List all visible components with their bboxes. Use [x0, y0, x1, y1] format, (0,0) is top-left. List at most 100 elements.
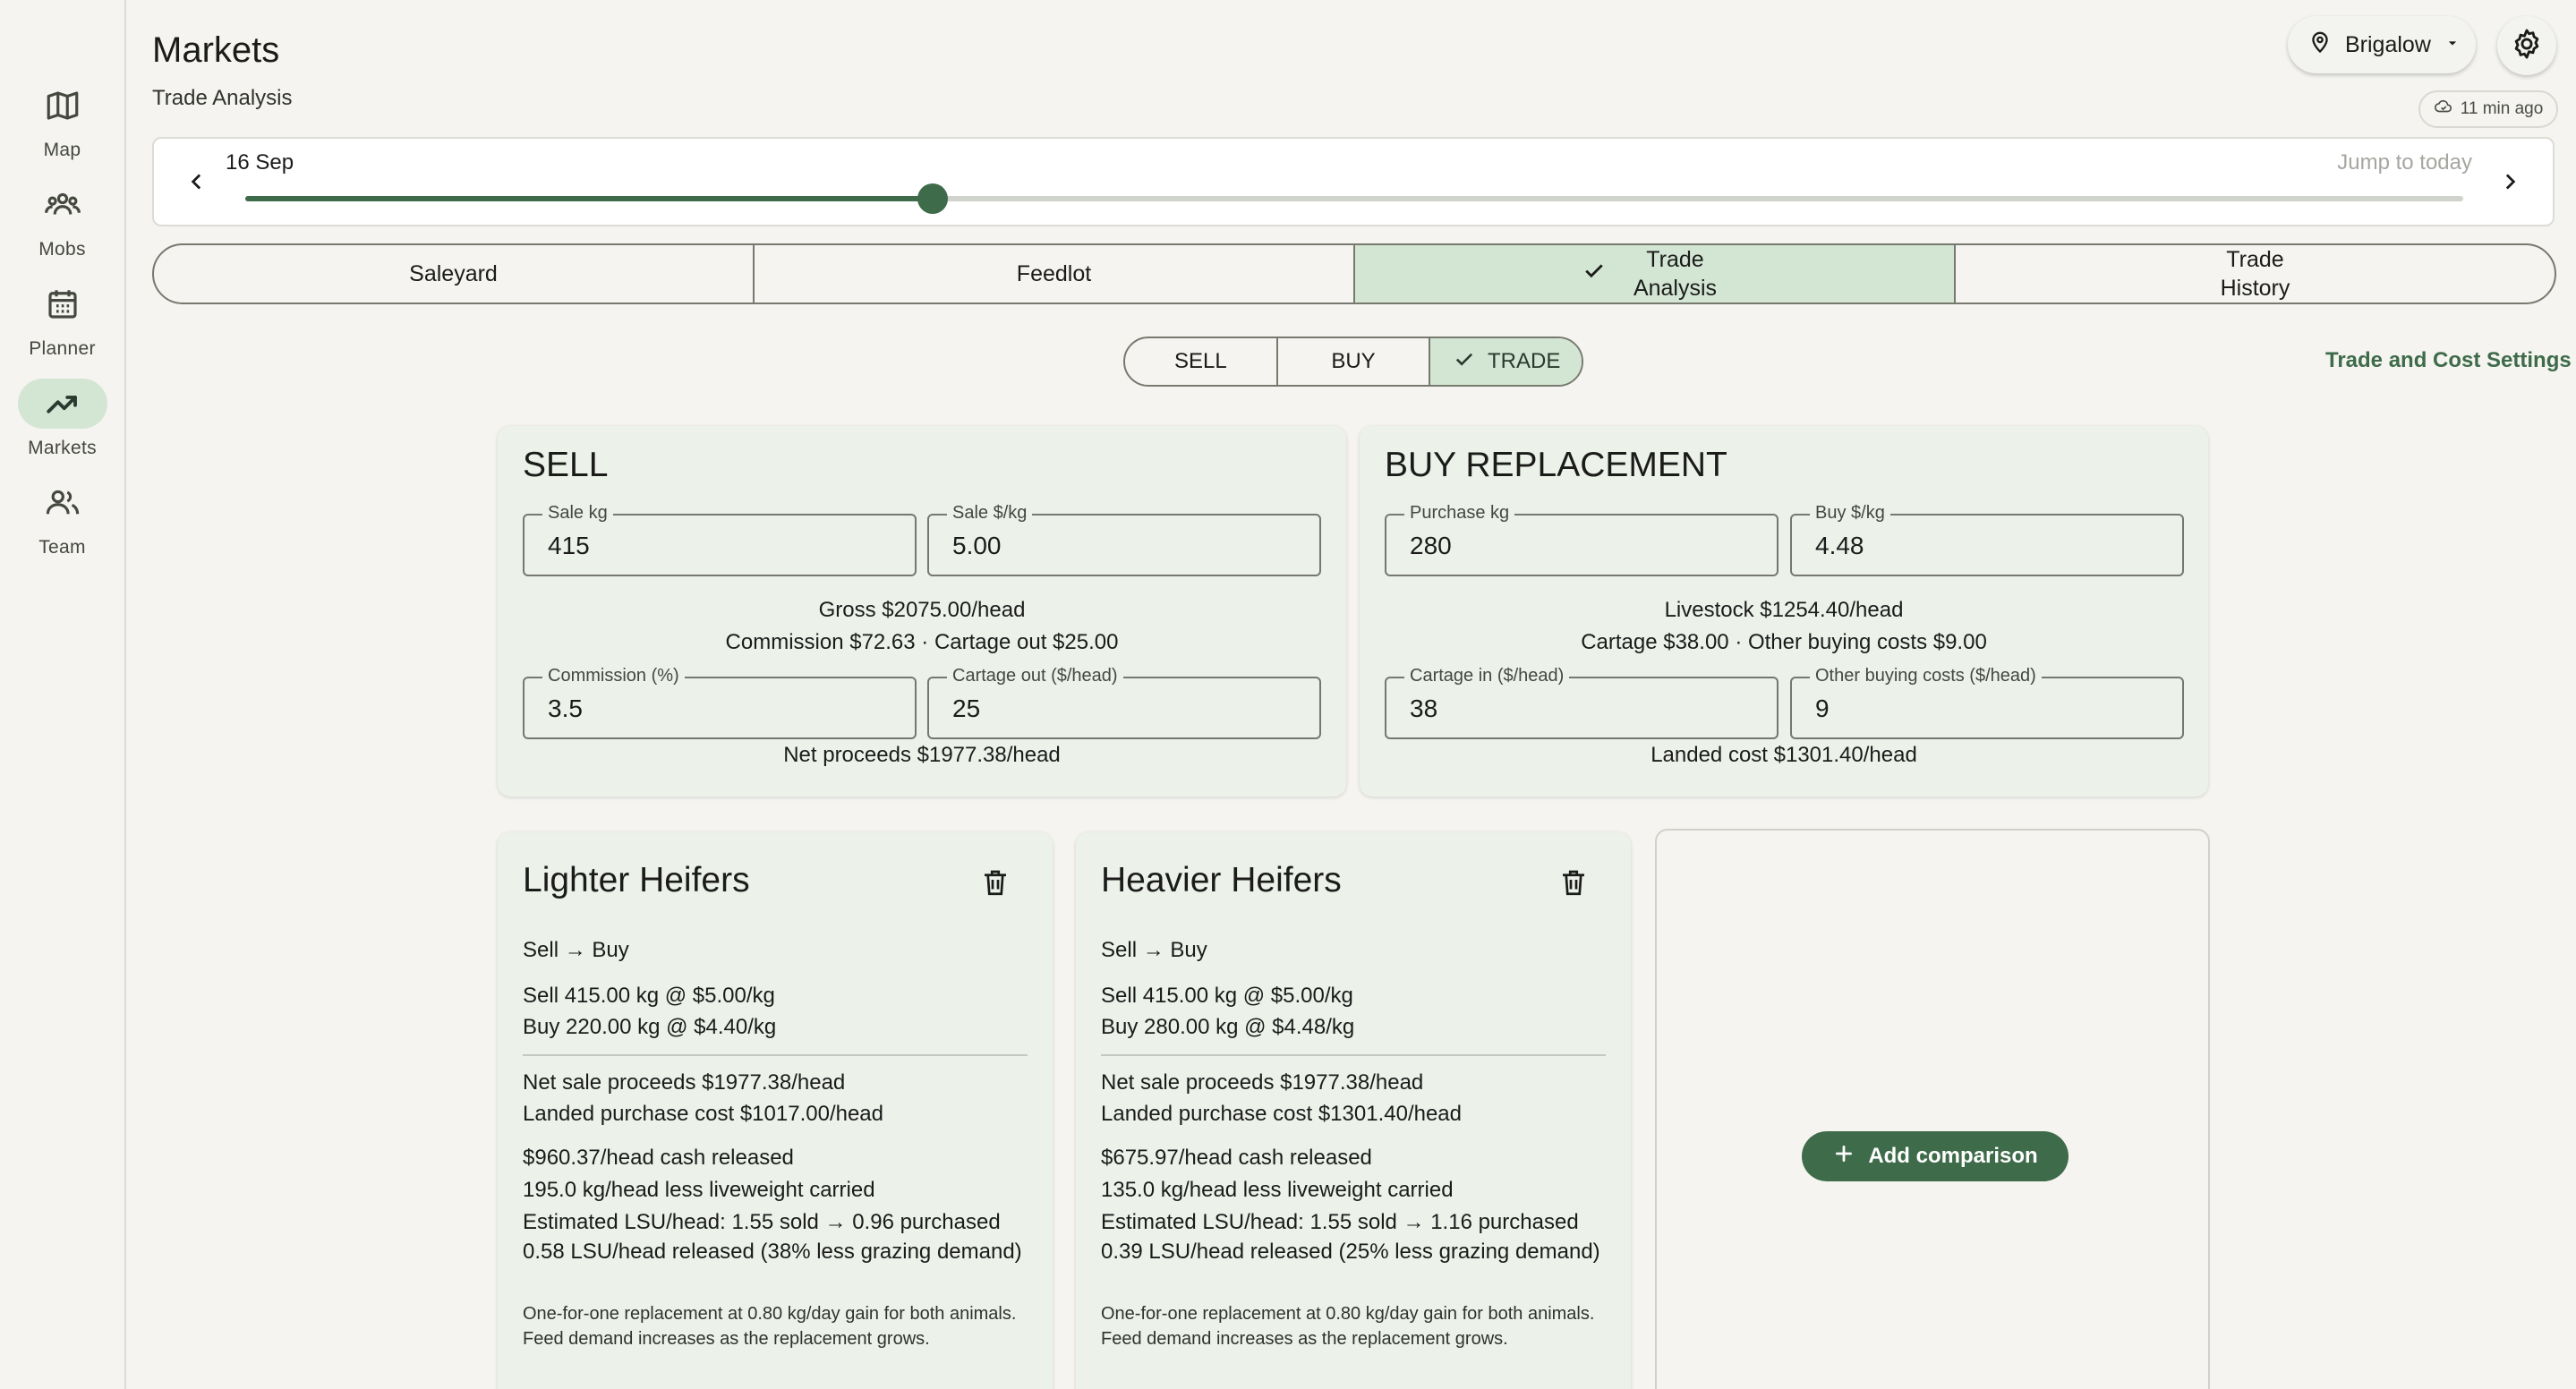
sale-price-input[interactable]	[952, 532, 1301, 560]
sync-status: 11 min ago	[2418, 90, 2558, 128]
chevron-right-icon	[2496, 168, 2523, 200]
mode-label: TRADE	[1488, 349, 1561, 373]
comparison-liveweight: 135.0 kg/head less liveweight carried	[1101, 1178, 1454, 1202]
comparison-direction: Sell → Buy	[1101, 938, 1207, 962]
comparison-cash-released: $960.37/head cash released	[523, 1146, 794, 1170]
tab-feedlot[interactable]: Feedlot	[755, 245, 1355, 303]
date-slider-track[interactable]	[245, 183, 2463, 214]
commission-input[interactable]	[548, 694, 897, 723]
mode-buy-button[interactable]: BUY	[1278, 338, 1431, 385]
previous-date-button[interactable]	[177, 164, 217, 203]
other-buying-costs-field: Other buying costs ($/head)	[1790, 666, 2184, 739]
tab-label: Trade Analysis	[1633, 246, 1718, 302]
mode-sell-button[interactable]: SELL	[1125, 338, 1278, 385]
delete-comparison-button[interactable]	[1554, 865, 1593, 904]
cartage-in-input[interactable]	[1410, 694, 1759, 723]
sale-kg-input[interactable]	[548, 532, 897, 560]
nav-item-planner[interactable]: Planner	[0, 279, 124, 369]
comparison-card: Heavier Heifers Sell → Buy Sell 415.00 k…	[1076, 832, 1631, 1389]
location-selector[interactable]: Brigalow	[2288, 16, 2476, 73]
field-label: Cartage in ($/head)	[1404, 666, 1570, 686]
comparison-title: Heavier Heifers	[1101, 861, 1342, 899]
comparison-note: One-for-one replacement at 0.80 kg/day g…	[1101, 1304, 1595, 1349]
field-label: Sale $/kg	[947, 503, 1033, 524]
trade-cost-settings-link[interactable]: Trade and Cost Settings	[2325, 348, 2572, 373]
jump-to-today-link[interactable]: Jump to today	[2337, 150, 2472, 175]
other-buying-costs-input[interactable]	[1815, 694, 2164, 723]
date-slider-fill	[245, 196, 934, 201]
field-label: Sale kg	[542, 503, 613, 524]
comparison-buy-line: Buy 220.00 kg @ $4.40/kg	[523, 1015, 777, 1039]
commission-field: Commission (%)	[523, 666, 917, 739]
nav-item-markets[interactable]: Markets	[0, 379, 124, 468]
field-label: Buy $/kg	[1810, 503, 1890, 524]
tab-label: Feedlot	[1016, 260, 1092, 286]
date-slider-card: 16 Sep Jump to today	[152, 137, 2555, 226]
nav-label: Markets	[28, 438, 97, 458]
market-tabs: Saleyard Feedlot Trade Analysis Trade Hi…	[152, 243, 2556, 304]
delete-comparison-button[interactable]	[976, 865, 1015, 904]
buy-costs-summary: Cartage $38.00 · Other buying costs $9.0…	[1581, 630, 1987, 654]
cloud-done-icon	[2434, 97, 2453, 122]
cartage-out-input[interactable]	[952, 694, 1301, 723]
nav-label: Team	[38, 537, 86, 558]
tab-saleyard[interactable]: Saleyard	[154, 245, 755, 303]
divider	[1101, 1054, 1606, 1056]
comparison-title: Lighter Heifers	[523, 861, 750, 899]
comparison-sell-line: Sell 415.00 kg @ $5.00/kg	[523, 984, 775, 1008]
field-label: Purchase kg	[1404, 503, 1515, 524]
tab-trade-analysis[interactable]: Trade Analysis	[1355, 245, 1956, 303]
gear-icon	[2510, 27, 2544, 65]
check-icon	[1452, 346, 1477, 378]
mode-label: BUY	[1331, 349, 1376, 373]
tab-label: Saleyard	[409, 260, 498, 286]
comparison-lsu-released: 0.39 LSU/head released (25% less grazing…	[1101, 1240, 1600, 1264]
comparison-lsu: Estimated LSU/head: 1.55 sold → 1.16 pur…	[1101, 1210, 1579, 1234]
mode-trade-button[interactable]: TRADE	[1430, 338, 1582, 385]
plus-icon	[1832, 1142, 1855, 1172]
comparison-sell-line: Sell 415.00 kg @ $5.00/kg	[1101, 984, 1353, 1008]
nav-item-team[interactable]: Team	[0, 478, 124, 567]
check-icon	[1581, 257, 1608, 292]
landed-cost: Landed cost $1301.40/head	[1651, 743, 1917, 767]
nav-label: Mobs	[38, 239, 86, 260]
net-proceeds: Net proceeds $1977.38/head	[783, 743, 1061, 767]
add-comparison-button[interactable]: Add comparison	[1802, 1131, 2068, 1181]
page-subtitle: Trade Analysis	[152, 86, 293, 110]
livestock-summary: Livestock $1254.40/head	[1664, 598, 1904, 622]
comparison-net-sale: Net sale proceeds $1977.38/head	[1101, 1070, 1424, 1095]
sell-panel: SELL Sale kg Sale $/kg Gross $2075.00/he…	[498, 426, 1346, 797]
nav-rail: Map Mobs Planner Markets Team	[0, 0, 126, 1389]
trash-icon	[979, 866, 1011, 903]
sale-price-field: Sale $/kg	[927, 503, 1321, 576]
location-name: Brigalow	[2345, 31, 2431, 57]
calendar-icon	[18, 279, 107, 329]
trash-icon	[1557, 866, 1590, 903]
map-icon	[18, 81, 107, 131]
comparison-note: One-for-one replacement at 0.80 kg/day g…	[523, 1304, 1017, 1349]
comparison-buy-line: Buy 280.00 kg @ $4.48/kg	[1101, 1015, 1355, 1039]
settings-button[interactable]	[2497, 16, 2556, 75]
trade-mode-selector: SELL BUY TRADE	[1123, 337, 1583, 387]
next-date-button[interactable]	[2490, 164, 2529, 203]
buy-price-field: Buy $/kg	[1790, 503, 2184, 576]
comparison-landed-cost: Landed purchase cost $1301.40/head	[1101, 1102, 1462, 1126]
purchase-kg-input[interactable]	[1410, 532, 1759, 560]
comparison-card: Lighter Heifers Sell → Buy Sell 415.00 k…	[498, 832, 1053, 1389]
buy-price-input[interactable]	[1815, 532, 2164, 560]
tab-trade-history[interactable]: Trade History	[1956, 245, 2555, 303]
buy-replacement-panel: BUY REPLACEMENT Purchase kg Buy $/kg Liv…	[1360, 426, 2208, 797]
comparison-cash-released: $675.97/head cash released	[1101, 1146, 1372, 1170]
nav-item-mobs[interactable]: Mobs	[0, 180, 124, 269]
date-slider-handle[interactable]	[917, 183, 949, 214]
people-icon	[18, 478, 107, 528]
divider	[523, 1054, 1028, 1056]
comparison-lsu-released: 0.58 LSU/head released (38% less grazing…	[523, 1240, 1022, 1264]
sell-panel-title: SELL	[523, 446, 609, 484]
add-comparison-card: Add comparison	[1655, 829, 2210, 1389]
comparison-net-sale: Net sale proceeds $1977.38/head	[523, 1070, 846, 1095]
comparison-direction: Sell → Buy	[523, 938, 629, 962]
nav-label: Planner	[29, 338, 96, 359]
nav-label: Map	[43, 140, 81, 160]
nav-item-map[interactable]: Map	[0, 81, 124, 170]
